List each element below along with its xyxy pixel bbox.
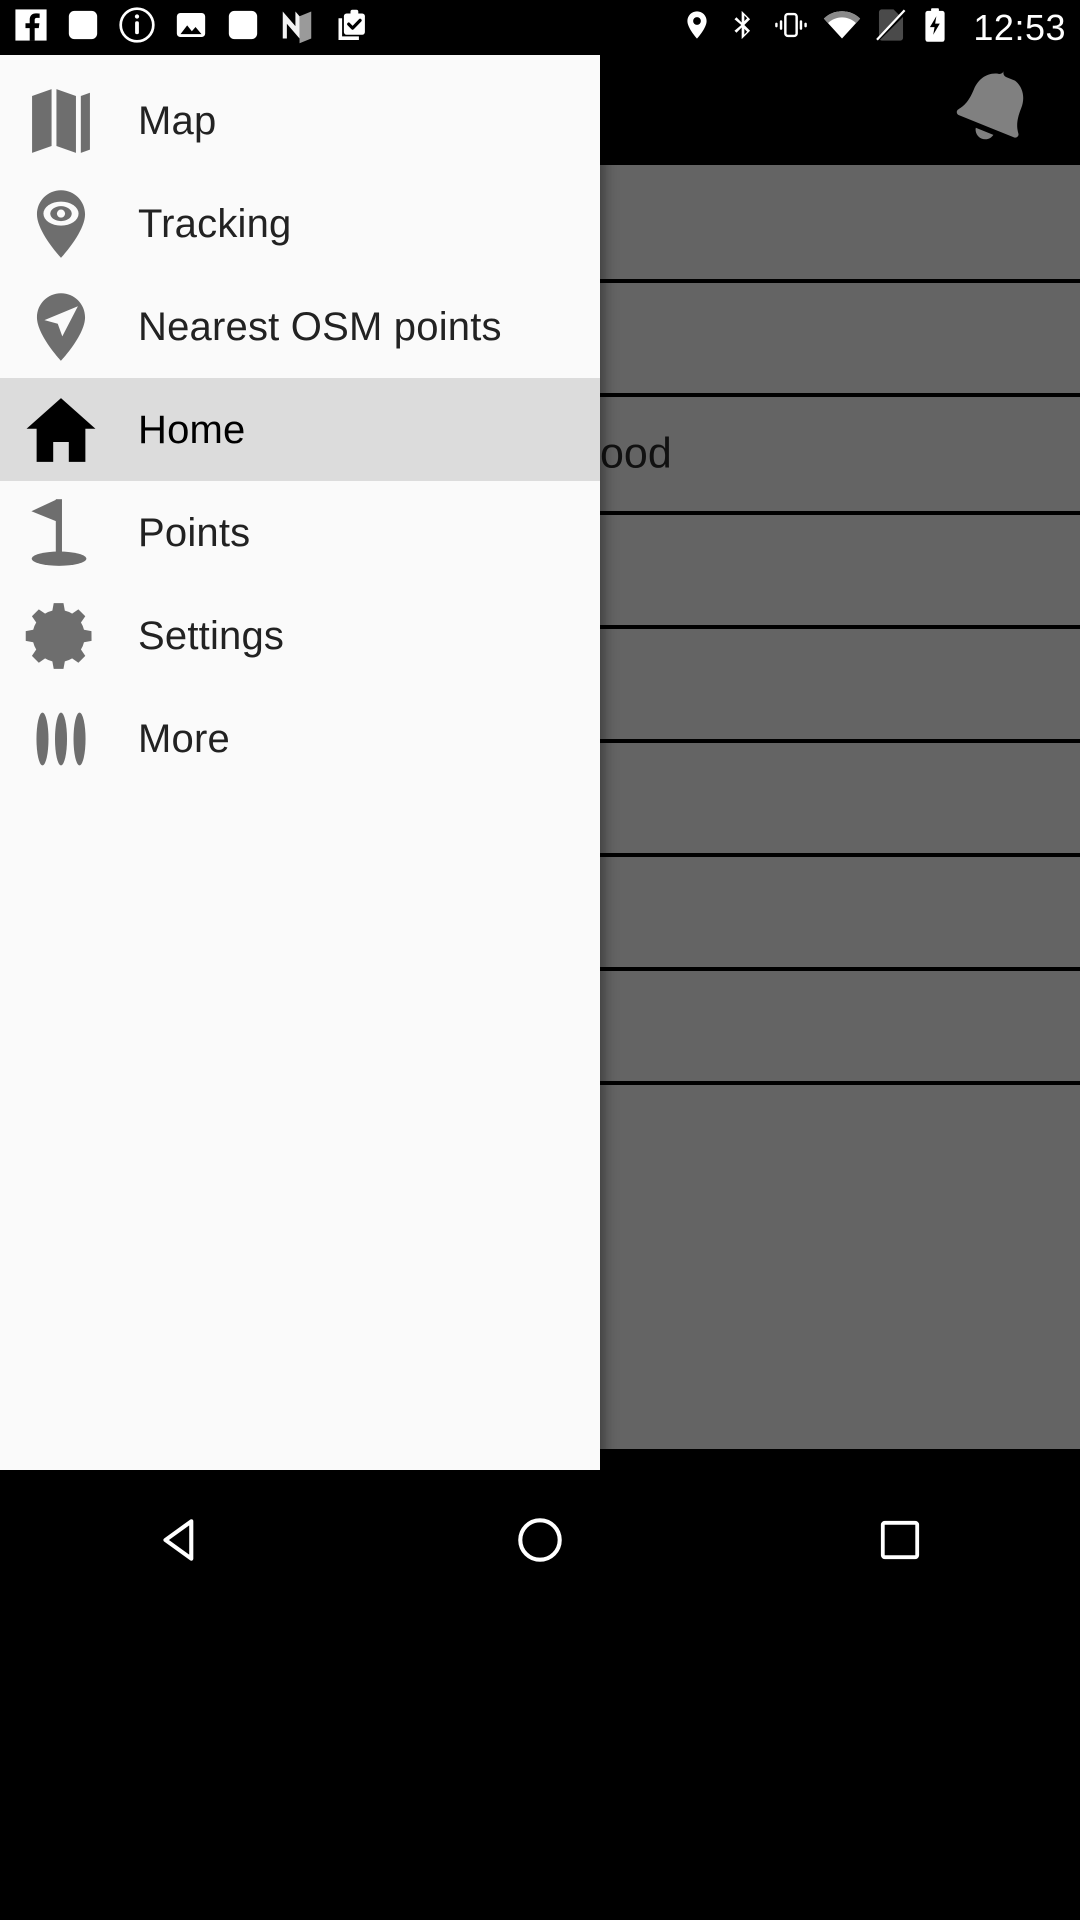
drawer-item-label: Settings [138,613,285,658]
status-bar-left-icons [14,6,681,49]
notification-bell-icon [950,67,1036,158]
drawer-item-home[interactable]: Home [0,378,600,481]
status-bar-clock: 12:53 [973,6,1066,48]
tracking-pin-icon [22,185,100,263]
flag-point-icon [22,494,100,572]
map-icon [22,82,100,160]
recents-square-icon [876,1516,924,1569]
drawer-item-label: Points [138,510,251,555]
status-bar-right-icons: 12:53 [681,7,1066,48]
image-gallery-icon [174,8,208,47]
drawer-item-nearest-osm-points[interactable]: Nearest OSM points [0,275,600,378]
drawer-item-more[interactable]: More [0,687,600,790]
status-bar: 12:53 [0,0,1080,55]
wifi-icon [823,9,861,46]
system-navigation-bar [0,1470,1080,1920]
info-circle-icon [118,6,156,49]
clipboard-check-icon [334,7,370,48]
phone-screen: 12:53 ood Map Tracking Nearest OSM points H… [0,0,1080,1920]
nav-home-button[interactable] [465,1470,615,1615]
drawer-item-map[interactable]: Map [0,69,600,172]
notification-bell-button[interactable] [950,69,1036,155]
drawer-item-settings[interactable]: Settings [0,584,600,687]
more-lenses-icon [22,700,100,778]
home-circle-icon [514,1514,566,1571]
vibrate-icon [773,8,809,47]
bluetooth-icon [727,9,759,46]
drawer-item-tracking[interactable]: Tracking [0,172,600,275]
navigation-pin-icon [22,288,100,366]
rounded-square-notification-icon-2 [226,8,260,47]
drawer-item-label: Home [138,407,246,452]
nova-launcher-icon [278,6,316,49]
drawer-item-label: Nearest OSM points [138,304,502,349]
facebook-icon [14,8,48,47]
drawer-item-label: More [138,716,230,761]
location-pin-icon [681,9,713,46]
gear-icon [22,597,100,675]
nav-recents-button[interactable] [825,1470,975,1615]
nav-back-button[interactable] [105,1470,255,1615]
drawer-item-label: Map [138,98,217,143]
no-sim-card-icon [875,8,907,47]
drawer-item-label: Tracking [138,201,292,246]
home-icon [22,391,100,469]
drawer-item-points[interactable]: Points [0,481,600,584]
rounded-square-notification-icon [66,8,100,47]
navigation-drawer: Map Tracking Nearest OSM points Home Points S… [0,55,600,1470]
background-list-row-text: ood [600,429,672,478]
battery-charging-icon [921,7,949,48]
back-triangle-icon [154,1514,206,1571]
